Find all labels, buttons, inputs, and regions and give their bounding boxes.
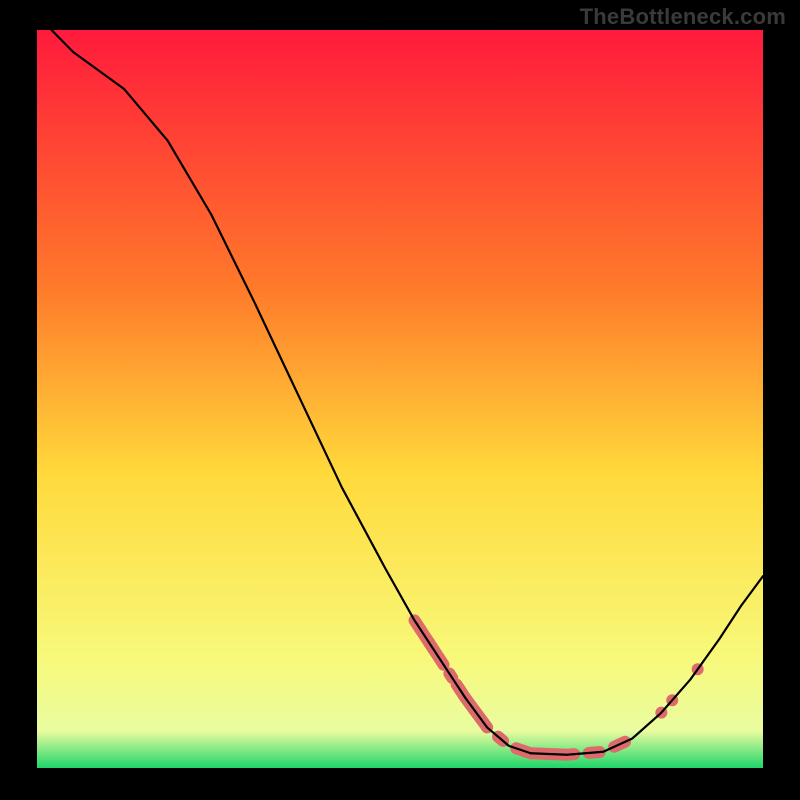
chart-background (37, 30, 763, 768)
watermark-text: TheBottleneck.com (580, 4, 786, 30)
chart-frame: TheBottleneck.com (0, 0, 800, 800)
chart-plot (37, 30, 763, 768)
chart-svg (37, 30, 763, 768)
